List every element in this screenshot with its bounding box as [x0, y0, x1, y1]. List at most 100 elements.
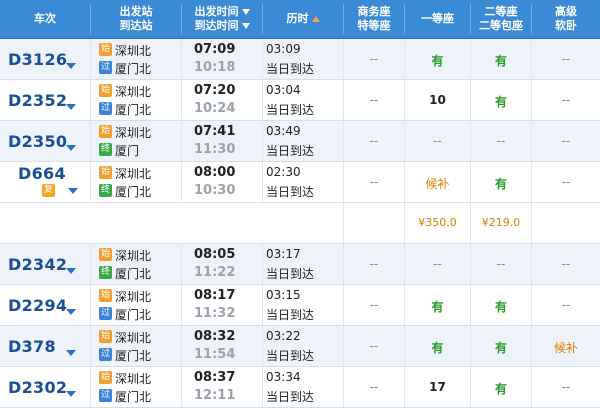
train-number-link[interactable]: D3126 — [8, 50, 67, 69]
expand-chevron-icon[interactable] — [66, 63, 76, 69]
duration: 03:09 — [266, 42, 301, 56]
business-seat: -- — [369, 298, 379, 312]
first-class-seat[interactable]: 有 — [405, 298, 470, 315]
second-class-seat[interactable]: -- — [471, 134, 531, 148]
train-number-link[interactable]: D2352 — [8, 91, 67, 110]
first-class-seat[interactable]: -- — [405, 257, 470, 271]
column-divider — [181, 121, 182, 161]
table-row[interactable]: D2350 始深圳北终厦门 07:41 11:30 03:49 当日到达 -- -- -- -- — [0, 121, 600, 162]
second-class-seat[interactable]: 有 — [471, 339, 531, 356]
expand-chevron-icon[interactable] — [66, 268, 76, 274]
depart-station: 深圳北 — [115, 290, 152, 304]
origin-badge: 始 — [99, 371, 112, 384]
column-divider — [181, 367, 182, 407]
first-class-seat[interactable]: 有 — [405, 52, 470, 69]
header-train-no[interactable]: 车次 — [0, 0, 90, 38]
destination-badge: 过 — [99, 102, 112, 115]
expand-chevron-icon[interactable] — [66, 350, 76, 356]
expand-chevron-icon[interactable] — [66, 309, 76, 315]
soft-sleeper-seat: -- — [561, 380, 571, 394]
column-divider — [262, 80, 263, 120]
table-row[interactable]: D2352 始深圳北过厦门北 07:20 10:24 03:04 当日到达 -- 10 有 -- — [0, 80, 600, 121]
first-class-seat[interactable]: -- — [405, 134, 470, 148]
origin-badge: 始 — [99, 330, 112, 343]
header-second-box-label: 二等包座 — [479, 19, 523, 32]
train-number-link[interactable]: D2294 — [8, 296, 67, 315]
header-arrive-time-label: 到达时间 — [194, 19, 239, 32]
soft-sleeper-seat: -- — [561, 134, 571, 148]
depart-time: 08:00 — [194, 165, 236, 180]
header-premium-label: 高级 — [555, 5, 577, 18]
header-duration-sort[interactable]: 历时 — [263, 0, 343, 38]
second-class-seat[interactable]: -- — [471, 257, 531, 271]
arrival-day: 当日到达 — [266, 103, 315, 117]
arrival-day: 当日到达 — [266, 185, 315, 199]
destination-badge: 终 — [99, 143, 112, 156]
business-seat: -- — [369, 134, 379, 148]
expand-chevron-icon[interactable] — [66, 104, 76, 110]
train-number-link[interactable]: D2342 — [8, 255, 67, 274]
table-row[interactable]: D2294 始深圳北过厦门北 08:17 11:32 03:15 当日到达 -- 有有 -- — [0, 285, 600, 326]
train-number-link[interactable]: D664 — [18, 164, 66, 183]
column-divider — [181, 326, 182, 366]
table-row[interactable]: D3126 始深圳北过厦门北 07:09 10:18 03:09 当日到达 -- 有有 -- — [0, 39, 600, 80]
depart-station: 深圳北 — [115, 249, 152, 263]
soft-sleeper-seat: -- — [561, 257, 571, 271]
sort-desc-icon[interactable] — [241, 9, 250, 15]
column-divider — [90, 285, 91, 325]
depart-station: 深圳北 — [115, 85, 152, 99]
duration: 03:34 — [266, 370, 301, 384]
arrive-station: 厦门 — [115, 144, 140, 158]
sort-desc-icon[interactable] — [241, 23, 250, 29]
column-divider — [531, 203, 532, 243]
first-class-seat[interactable]: 10 — [405, 93, 470, 107]
first-class-seat[interactable]: 有 — [405, 339, 470, 356]
column-divider — [90, 244, 91, 284]
arrival-day: 当日到达 — [266, 62, 315, 76]
second-class-seat[interactable]: 有 — [471, 298, 531, 315]
depart-time: 08:32 — [194, 329, 236, 344]
header-depart-time-label: 出发时间 — [194, 5, 239, 18]
sort-asc-icon[interactable] — [311, 16, 320, 22]
arrive-station: 厦门北 — [115, 185, 152, 199]
table-row[interactable]: D378 始深圳北过厦门北 08:32 11:54 03:22 当日到达 -- 有有候补 — [0, 326, 600, 367]
destination-badge: 终 — [99, 184, 112, 197]
duration: 03:17 — [266, 247, 301, 261]
train-number-link[interactable]: D2302 — [8, 378, 67, 397]
first-class-seat[interactable]: 候补 — [405, 175, 470, 192]
header-business: 商务座 特等座 — [344, 0, 404, 38]
column-divider — [181, 39, 182, 79]
origin-badge: 始 — [99, 84, 112, 97]
header-train-no-label: 车次 — [34, 12, 56, 25]
second-class-seat[interactable]: 有 — [471, 380, 531, 397]
expand-chevron-icon[interactable] — [66, 145, 76, 151]
header-soft-sleeper: 高级 软卧 — [532, 0, 600, 38]
second-class-seat[interactable]: 有 — [471, 93, 531, 110]
depart-time: 07:20 — [194, 83, 236, 98]
train-number-link[interactable]: D2350 — [8, 132, 67, 151]
column-divider — [181, 244, 182, 284]
column-divider — [262, 367, 263, 407]
duration: 03:22 — [266, 329, 301, 343]
origin-badge: 始 — [99, 166, 112, 179]
expand-chevron-icon[interactable] — [68, 188, 78, 194]
soft-sleeper-seat[interactable]: 候补 — [532, 339, 600, 356]
arrive-time: 12:11 — [194, 388, 236, 403]
table-row[interactable]: D664 复 始深圳北终厦门北 08:00 10:30 02:30 当日到达 -- 候补有 -- — [0, 162, 600, 203]
second-class-seat[interactable]: 有 — [471, 175, 531, 192]
train-number-link[interactable]: D378 — [8, 337, 56, 356]
header-times-sort[interactable]: 出发时间 到达时间 — [182, 0, 262, 38]
soft-sleeper-seat: -- — [561, 93, 571, 107]
table-row[interactable]: D2302 始深圳北过厦门北 08:37 12:11 03:34 当日到达 -- 17 有 -- — [0, 367, 600, 408]
second-class-price: ¥219.0 — [481, 216, 521, 229]
depart-station: 深圳北 — [115, 372, 152, 386]
first-class-seat[interactable]: 17 — [405, 380, 470, 394]
arrival-day: 当日到达 — [266, 390, 315, 404]
header-depart-station-label: 出发站 — [119, 5, 153, 18]
table-row[interactable]: D2342 始深圳北终厦门北 08:05 11:22 03:17 当日到达 -- -- -- -- — [0, 244, 600, 285]
column-divider — [90, 121, 91, 161]
origin-badge: 始 — [99, 43, 112, 56]
business-seat: -- — [369, 93, 379, 107]
second-class-seat[interactable]: 有 — [471, 52, 531, 69]
expand-chevron-icon[interactable] — [66, 391, 76, 397]
